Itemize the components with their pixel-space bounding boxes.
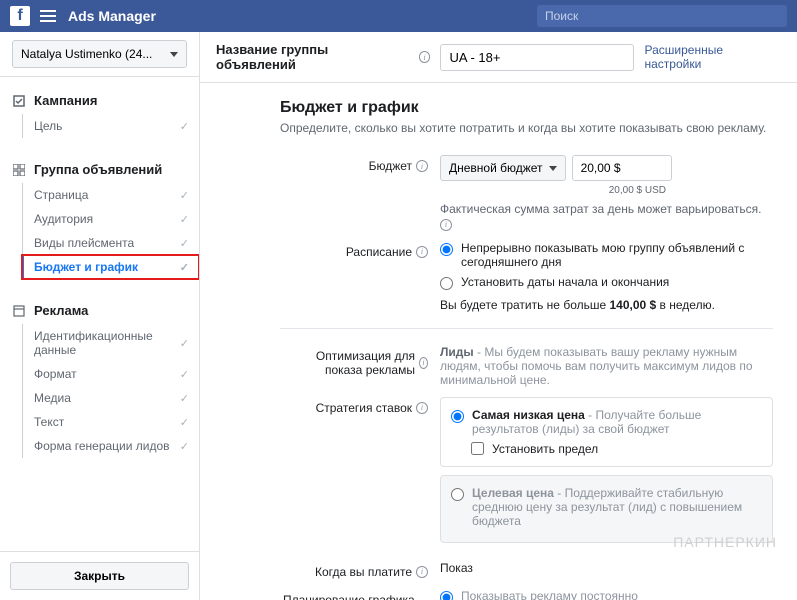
nav-item-text[interactable]: Текст ✓ — [22, 410, 199, 434]
check-icon: ✓ — [180, 120, 189, 133]
nav-section-ad[interactable]: Реклама — [0, 297, 199, 324]
watermark: ПАРТНЕРКИН — [673, 534, 777, 550]
check-icon: ✓ — [180, 189, 189, 202]
campaign-icon — [12, 94, 26, 108]
hamburger-icon[interactable] — [40, 7, 56, 25]
ad-schedule-always-option[interactable]: Показывать рекламу постоянно — [440, 589, 773, 600]
ad-schedule-always-radio[interactable] — [440, 591, 453, 600]
nav-item-audience[interactable]: Аудитория ✓ — [22, 207, 199, 231]
budget-amount-input[interactable] — [572, 155, 672, 181]
section-title: Бюджет и график — [280, 99, 773, 117]
info-icon[interactable]: i — [419, 51, 431, 63]
account-label: Natalya Ustimenko (24... — [21, 47, 152, 61]
adset-name-input[interactable] — [440, 44, 634, 71]
facebook-logo[interactable]: f — [10, 6, 30, 26]
bid-cap-checkbox[interactable] — [471, 442, 484, 455]
bid-lowest-cost-option[interactable]: Самая низкая цена - Получайте больше рез… — [451, 408, 762, 436]
info-icon[interactable]: i — [416, 160, 428, 172]
bid-cap-option[interactable]: Установить предел — [471, 442, 762, 456]
nav-item-lead-form[interactable]: Форма генерации лидов ✓ — [22, 434, 199, 458]
advanced-settings-link[interactable]: Расширенные настройки — [644, 43, 781, 71]
schedule-continuous-radio[interactable] — [440, 243, 453, 256]
close-button[interactable]: Закрыть — [10, 562, 189, 590]
budget-vary-note: Фактическая сумма затрат за день может в… — [440, 202, 761, 216]
caret-down-icon — [549, 166, 557, 171]
schedule-dates-radio[interactable] — [440, 277, 453, 290]
budget-label: Бюджет — [369, 159, 412, 173]
optimization-label: Оптимизация для показа рекламы — [280, 349, 415, 377]
check-icon: ✓ — [180, 261, 189, 274]
search-box[interactable] — [537, 5, 787, 27]
schedule-label: Расписание — [346, 245, 412, 259]
info-icon[interactable]: i — [416, 402, 428, 414]
bid-lowest-cost-radio[interactable] — [451, 410, 464, 423]
check-icon: ✓ — [180, 213, 189, 226]
check-icon: ✓ — [180, 440, 189, 453]
nav-item-page[interactable]: Страница ✓ — [22, 183, 199, 207]
info-icon[interactable]: i — [416, 246, 428, 258]
bid-target-cost-radio[interactable] — [451, 488, 464, 501]
caret-down-icon — [170, 52, 178, 57]
bid-strategy-label: Стратегия ставок — [316, 401, 412, 415]
check-icon: ✓ — [180, 368, 189, 381]
nav-section-adset[interactable]: Группа объявлений — [0, 156, 199, 183]
nav-item-media[interactable]: Медиа ✓ — [22, 386, 199, 410]
ad-icon — [12, 304, 26, 318]
info-icon[interactable]: i — [419, 357, 428, 369]
optimization-value: Лиды - Мы будем показывать вашу рекламу … — [440, 345, 773, 387]
check-icon: ✓ — [180, 237, 189, 250]
budget-type-dropdown[interactable]: Дневной бюджет — [440, 155, 566, 181]
schedule-dates-option[interactable]: Установить даты начала и окончания — [440, 275, 773, 290]
search-input[interactable] — [545, 9, 779, 23]
nav-section-campaign[interactable]: Кампания — [0, 87, 199, 114]
bid-target-cost-option[interactable]: Целевая цена - Поддерживайте стабильную … — [451, 486, 762, 528]
check-icon: ✓ — [180, 392, 189, 405]
check-icon: ✓ — [180, 416, 189, 429]
nav-item-placements[interactable]: Виды плейсмента ✓ — [22, 231, 199, 255]
ad-scheduling-label: Планирование графика рекламы — [280, 593, 415, 600]
schedule-continuous-option[interactable]: Непрерывно показывать мою группу объявле… — [440, 241, 773, 269]
account-dropdown[interactable]: Natalya Ustimenko (24... — [12, 40, 187, 68]
charge-label: Когда вы платите — [315, 565, 412, 579]
nav-item-identity[interactable]: Идентификационные данные ✓ — [22, 324, 199, 362]
info-icon[interactable]: i — [440, 219, 452, 231]
budget-usd-note: 20,00 $ USD — [440, 185, 666, 196]
info-icon[interactable]: i — [416, 566, 428, 578]
charge-value: Показ — [440, 561, 773, 575]
nav-item-format[interactable]: Формат ✓ — [22, 362, 199, 386]
app-title: Ads Manager — [68, 8, 537, 24]
section-desc: Определите, сколько вы хотите потратить … — [280, 121, 773, 135]
adset-name-label: Название группы объявлений — [216, 42, 409, 72]
check-icon: ✓ — [180, 337, 189, 350]
nav-item-goal[interactable]: Цель ✓ — [22, 114, 199, 138]
adset-icon — [12, 163, 26, 177]
weekly-spend-note: Вы будете тратить не больше 140,00 $ в н… — [440, 298, 773, 312]
nav-item-budget[interactable]: Бюджет и график ✓ — [22, 255, 199, 279]
